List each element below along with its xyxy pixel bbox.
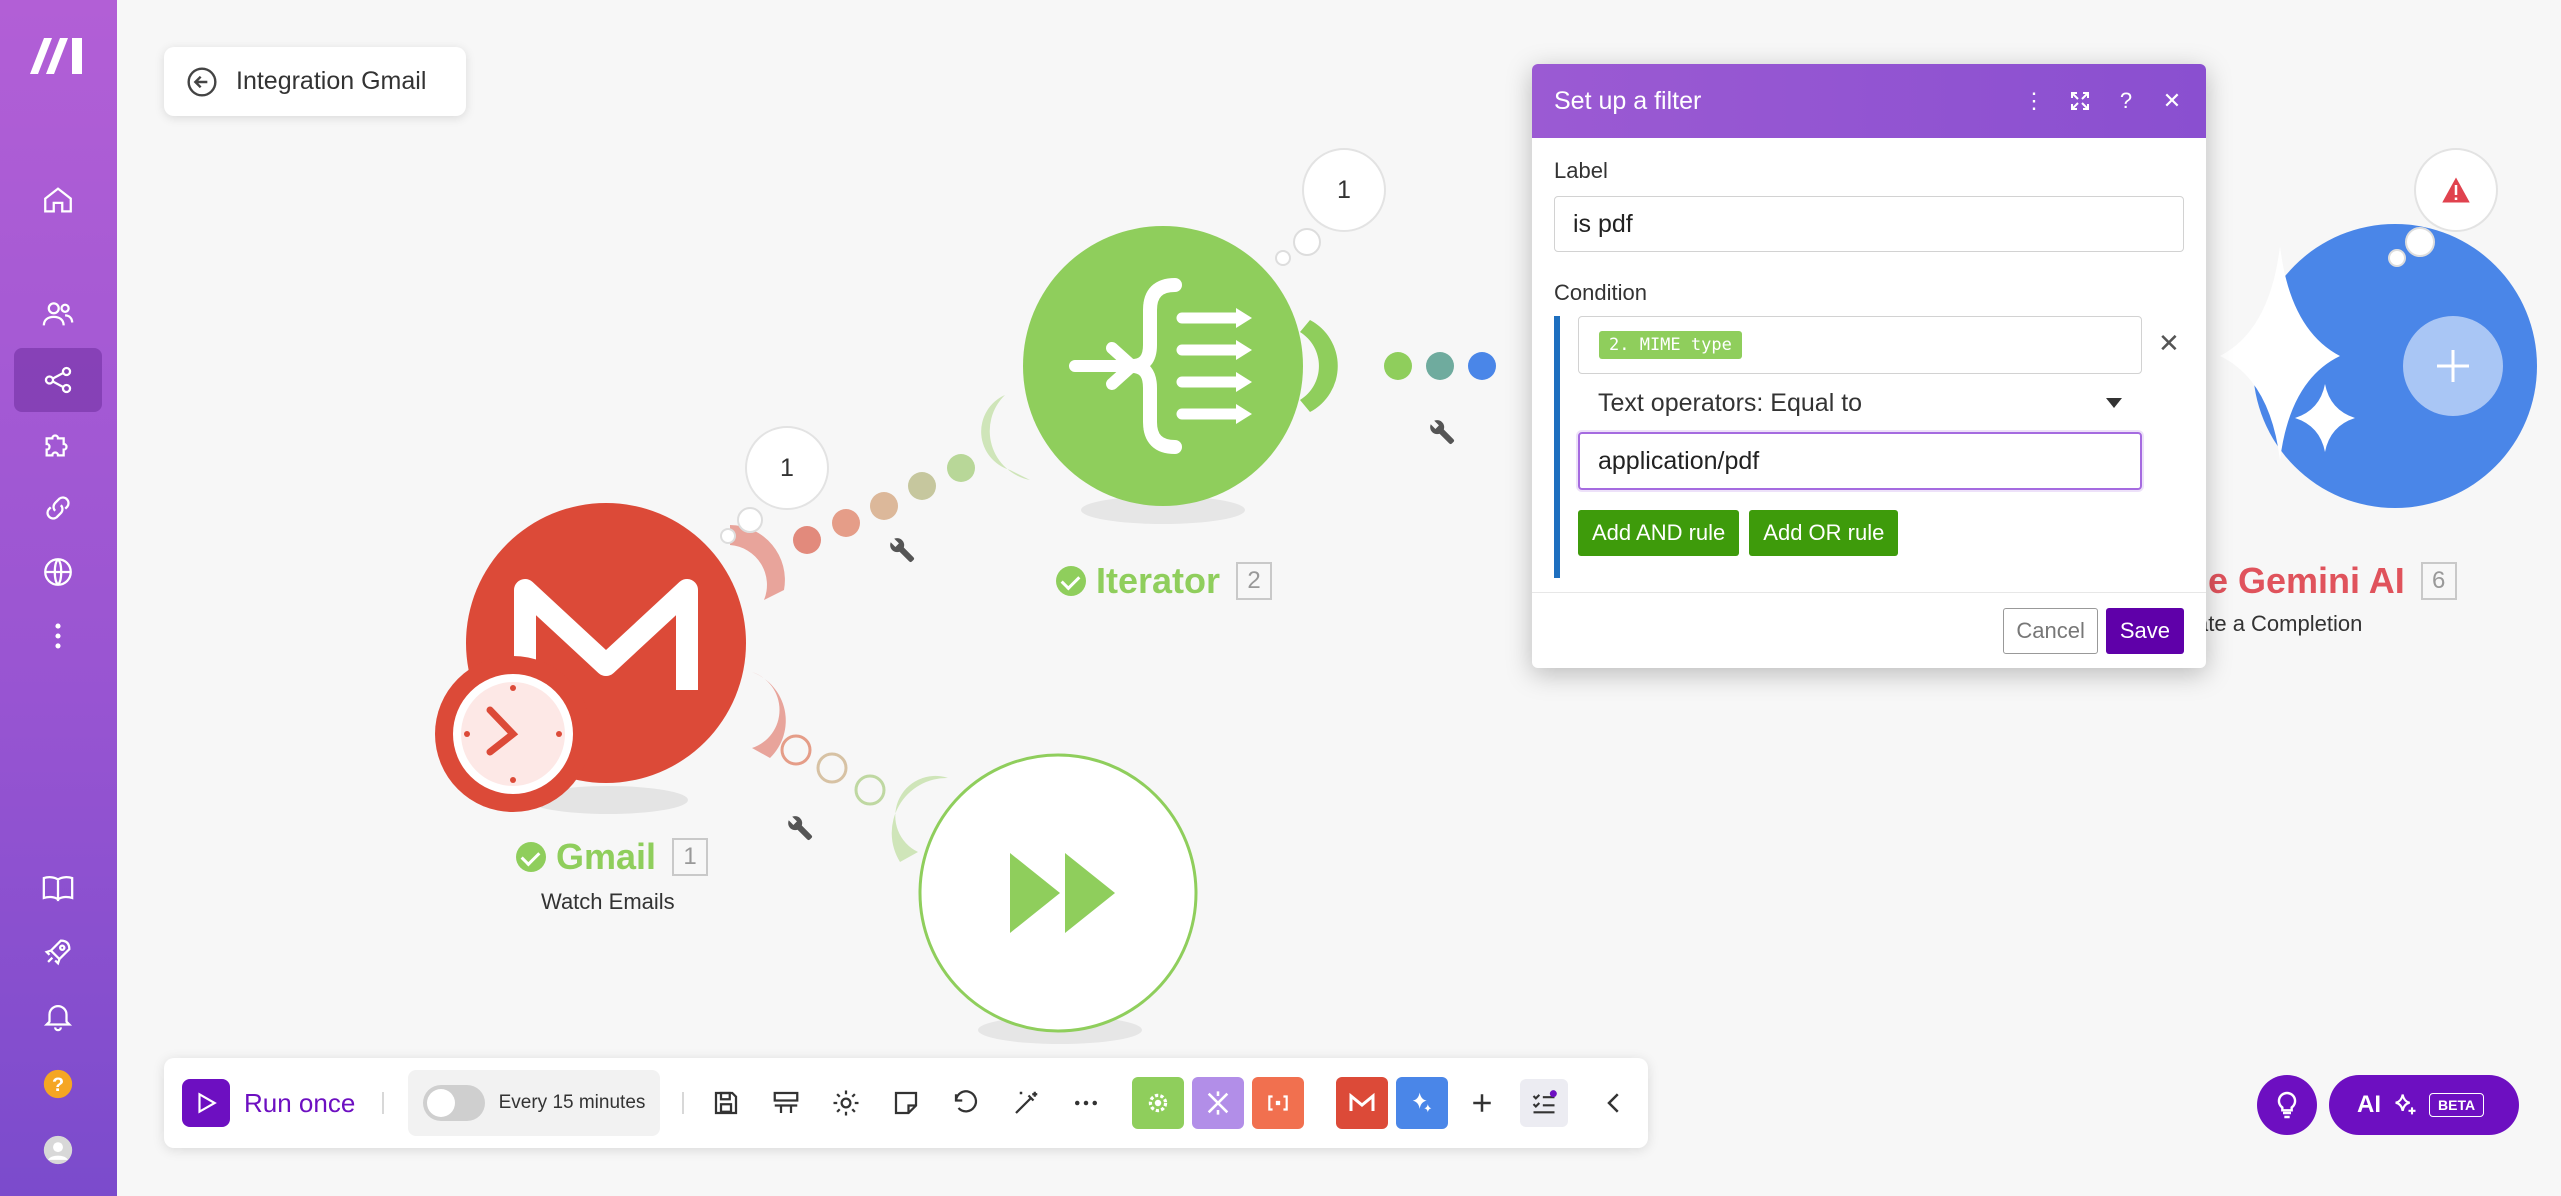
add-or-rule-button[interactable]: Add OR rule xyxy=(1749,510,1899,556)
tips-button[interactable] xyxy=(2257,1075,2317,1135)
gear-icon xyxy=(833,1090,859,1116)
run-once-button[interactable]: Run once xyxy=(182,1076,355,1130)
sparkle-icon xyxy=(1396,1077,1448,1129)
gmail-node-label: Gmail 1 xyxy=(516,836,709,878)
ai-label: AI xyxy=(2357,1091,2381,1118)
connector-gmail-router[interactable] xyxy=(752,672,948,862)
value-input[interactable]: application/pdf xyxy=(1578,432,2142,490)
flow-control-button[interactable] xyxy=(1192,1076,1244,1130)
cancel-button[interactable]: Cancel xyxy=(2003,607,2098,654)
lightbulb-icon xyxy=(2277,1091,2297,1119)
label-input[interactable]: is pdf xyxy=(1554,196,2184,252)
condition-field-input[interactable]: 2. MIME type xyxy=(1578,316,2142,374)
gmail-subtitle: Watch Emails xyxy=(541,889,675,914)
connector-wrench-icon-3[interactable] xyxy=(1427,417,1458,448)
plus-icon xyxy=(1473,1094,1491,1112)
gemini-number: 6 xyxy=(2420,562,2457,600)
gmail-icon xyxy=(1336,1077,1388,1129)
collapse-toolbar-button[interactable] xyxy=(1594,1076,1634,1130)
run-once-label: Run once xyxy=(244,1087,356,1118)
gmail-ops-bubble[interactable]: 1 xyxy=(745,426,829,510)
gmail-module[interactable] xyxy=(435,503,746,812)
iterator-module[interactable] xyxy=(1023,226,1303,506)
flow-control-icon xyxy=(1192,1077,1244,1129)
save-icon xyxy=(714,1091,738,1115)
more-horizontal-icon xyxy=(1075,1100,1097,1106)
toggle-switch[interactable] xyxy=(422,1085,485,1121)
schedule-label: Every 15 minutes xyxy=(498,1092,646,1113)
gemini-favorite-button[interactable] xyxy=(1396,1076,1448,1130)
dialog-header: Set up a filter ⋮ ? ✕ xyxy=(1532,64,2206,138)
dialog-title: Set up a filter xyxy=(1554,86,1702,115)
router-module[interactable] xyxy=(918,753,1198,1033)
gmail-number: 1 xyxy=(672,838,709,876)
tools-module-button[interactable] xyxy=(1132,1076,1184,1130)
ai-sparkle-icon xyxy=(2395,1094,2416,1115)
connector-wrench-icon-2[interactable] xyxy=(785,813,816,844)
dialog-help-icon[interactable]: ? xyxy=(2114,88,2138,114)
tools-gear-icon xyxy=(1132,1077,1184,1129)
label-caption: Label xyxy=(1554,158,1608,183)
connector-iterator-next[interactable] xyxy=(1300,320,1496,412)
warning-icon xyxy=(2442,177,2470,203)
dialog-menu-icon[interactable]: ⋮ xyxy=(2022,88,2046,114)
notes-button[interactable] xyxy=(886,1076,926,1130)
gemini-warning-bubble[interactable] xyxy=(2414,148,2498,232)
play-icon xyxy=(182,1079,230,1127)
schedule-toggle[interactable]: Every 15 minutes xyxy=(408,1070,660,1136)
field-pill[interactable]: 2. MIME type xyxy=(1599,331,1742,359)
gemini-name: gle Gemini AI xyxy=(2176,560,2405,601)
history-button[interactable] xyxy=(946,1076,986,1130)
beta-badge: BETA xyxy=(2429,1093,2485,1117)
auto-align-button[interactable] xyxy=(1006,1076,1046,1130)
connector-wrench-icon[interactable] xyxy=(887,535,918,566)
chevron-down-icon xyxy=(2106,398,2122,408)
iterator-name: Iterator xyxy=(1096,560,1221,601)
operator-value: Text operators: Equal to xyxy=(1598,388,1863,417)
iterator-ops-bubble[interactable]: 1 xyxy=(1302,148,1386,232)
add-module-button[interactable] xyxy=(1462,1076,1502,1130)
gemini-module[interactable] xyxy=(2220,224,2537,508)
settings-button[interactable] xyxy=(826,1076,866,1130)
gmail-name: Gmail xyxy=(556,836,657,877)
dialog-expand-icon[interactable] xyxy=(2068,91,2092,111)
add-and-rule-button[interactable]: Add AND rule xyxy=(1578,510,1740,556)
check-icon xyxy=(1056,566,1086,596)
condition-group: 2. MIME type ✕ Text operators: Equal to … xyxy=(1554,316,2184,578)
ai-assistant-button[interactable]: AI BETA xyxy=(2329,1075,2519,1135)
operator-select[interactable]: Text operators: Equal to xyxy=(1578,378,2142,428)
layout-icon xyxy=(773,1091,799,1113)
checklist-icon xyxy=(1520,1079,1568,1127)
filter-dialog: Set up a filter ⋮ ? ✕ Label is pdf Condi… xyxy=(1532,64,2206,668)
undo-icon xyxy=(954,1090,978,1113)
magic-wand-icon xyxy=(1015,1091,1038,1114)
more-tools-button[interactable] xyxy=(1066,1076,1106,1130)
bottom-toolbar: Run once Every 15 minutes xyxy=(164,1058,1648,1148)
save-scenario-button[interactable] xyxy=(706,1076,746,1130)
iterator-node-label: Iterator 2 xyxy=(1056,560,1273,602)
chevron-left-icon xyxy=(1607,1093,1619,1113)
text-parser-icon xyxy=(1252,1077,1304,1129)
checklist-button[interactable] xyxy=(1520,1076,1568,1130)
condition-caption: Condition xyxy=(1554,280,1647,305)
remove-condition-icon[interactable]: ✕ xyxy=(2158,328,2180,359)
gemini-subtitle: ate a Completion xyxy=(2196,611,2363,636)
check-icon xyxy=(516,842,546,872)
dialog-close-icon[interactable]: ✕ xyxy=(2160,88,2184,114)
iterator-number: 2 xyxy=(1236,562,1273,600)
gemini-node-label: gle Gemini AI 6 xyxy=(2176,560,2457,602)
align-button[interactable] xyxy=(766,1076,806,1130)
gmail-favorite-button[interactable] xyxy=(1336,1076,1388,1130)
save-button[interactable]: Save xyxy=(2105,607,2184,654)
note-icon xyxy=(894,1091,918,1115)
text-parser-button[interactable] xyxy=(1252,1076,1304,1130)
